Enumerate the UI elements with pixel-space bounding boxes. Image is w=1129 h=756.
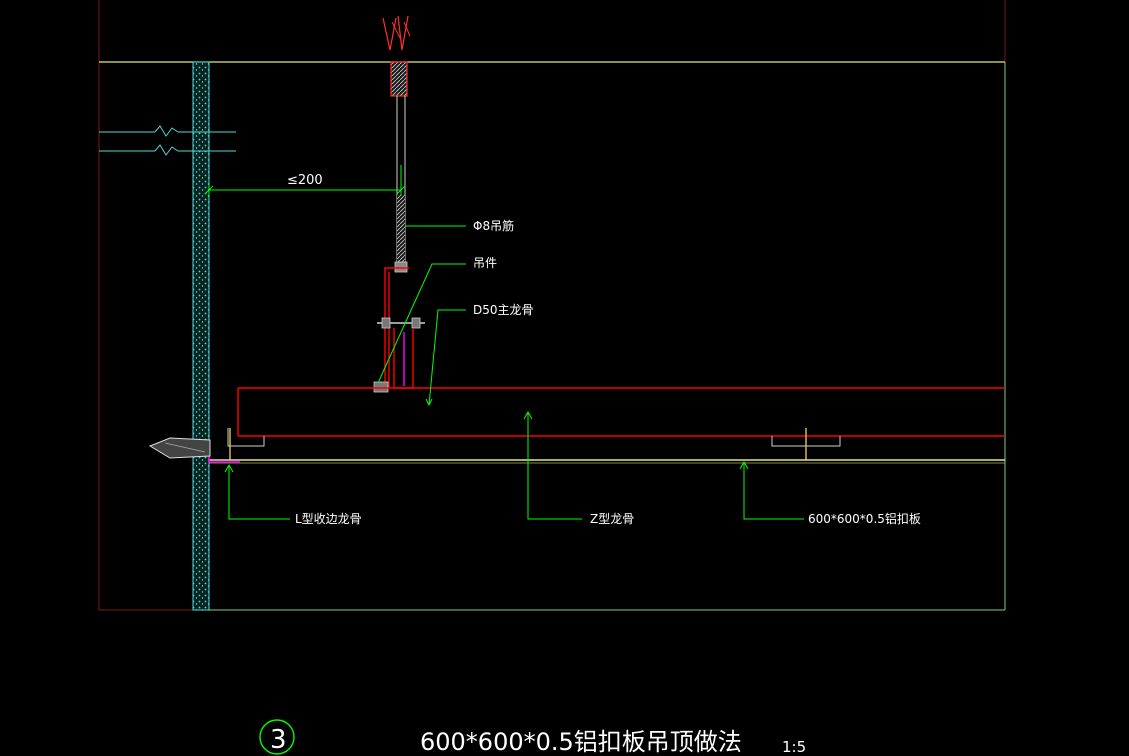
dimension-text: ≤200 <box>287 173 323 188</box>
title-block: 3 600*600*0.5铝扣板吊顶做法 1:5 <box>259 719 806 756</box>
label-z-keel: Z型龙骨 <box>590 512 634 526</box>
label-main-keel: D50主龙骨 <box>473 303 534 317</box>
z-keel <box>237 387 1005 437</box>
leader-lines <box>224 225 804 520</box>
detail-title: 600*600*0.5铝扣板吊顶做法 <box>420 728 742 756</box>
keel-clips <box>227 428 841 460</box>
label-hanger-rod: Φ8吊筋 <box>473 218 514 233</box>
cad-drawing: ≤200 Φ8吊筋 吊件 D50主龙骨 L型收边龙骨 Z型龙骨 600*600*… <box>98 0 1006 756</box>
wall-section <box>192 61 210 611</box>
main-keel <box>373 328 414 393</box>
break-line-symbol <box>99 125 236 156</box>
detail-number: 3 <box>270 725 287 755</box>
detail-scale: 1:5 <box>782 738 806 756</box>
ceiling-panel <box>209 459 1005 464</box>
expansion-anchor <box>382 15 411 97</box>
label-l-edge-keel: L型收边龙骨 <box>295 512 362 526</box>
label-panel: 600*600*0.5铝扣板 <box>808 511 921 526</box>
room-outline <box>99 61 1006 611</box>
label-hanger: 吊件 <box>473 256 497 270</box>
